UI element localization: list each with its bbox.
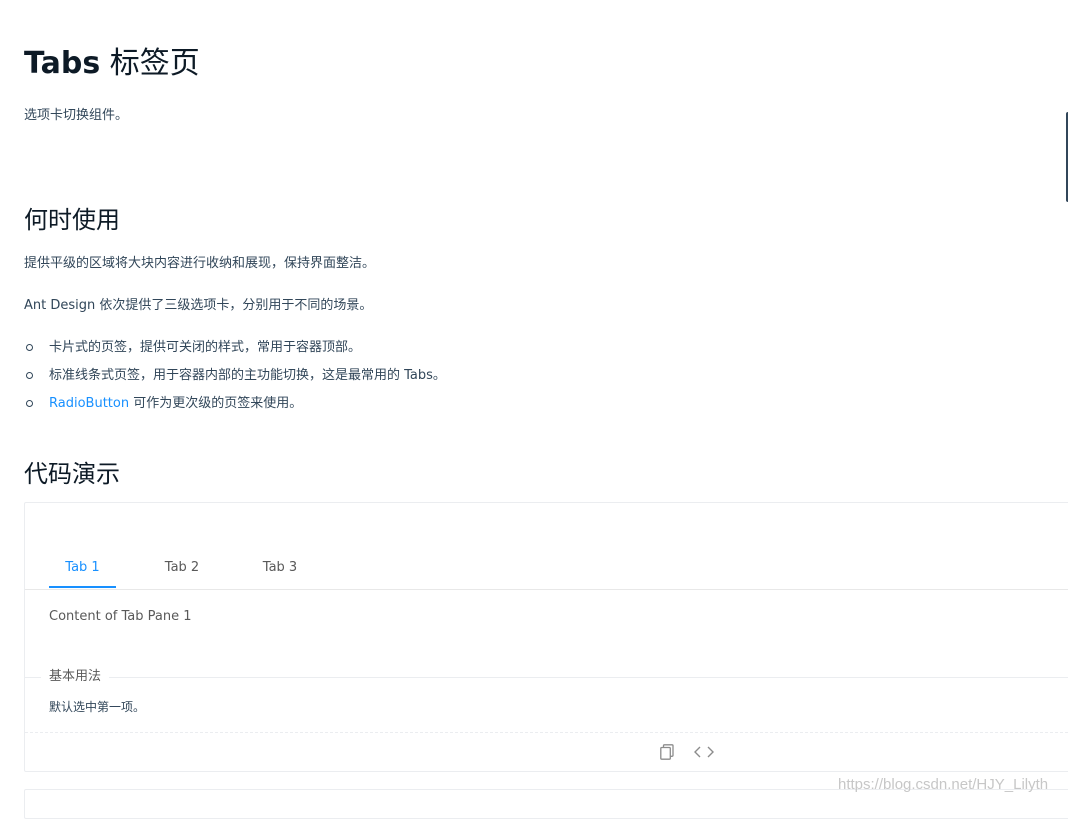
tab-pane-content: Content of Tab Pane 1 <box>49 609 192 624</box>
code-expand-icon[interactable] <box>693 743 715 761</box>
page-title: Tabs 标签页 <box>24 44 200 84</box>
tab-ink-bar <box>49 586 116 588</box>
list-item-text: 可作为更次级的页签来使用。 <box>129 396 303 411</box>
page-title-en: Tabs <box>24 46 101 81</box>
bullet-icon <box>26 400 33 407</box>
tab-3[interactable]: Tab 3 <box>249 555 311 589</box>
list-item: 卡片式的页签，提供可关闭的样式，常用于容器顶部。 <box>24 338 446 366</box>
page-title-cn: 标签页 <box>109 46 200 81</box>
when-to-use-heading: 何时使用 <box>24 206 120 234</box>
copy-icon[interactable] <box>660 744 674 760</box>
list-item-text: 标准线条式页签，用于容器内部的主功能切换，这是最常用的 Tabs。 <box>49 368 446 383</box>
demo-meta-description: 默认选中第一项。 <box>49 700 146 714</box>
watermark: https://blog.csdn.net/HJY_Lilyth <box>838 776 1049 793</box>
list-item-text: 卡片式的页签，提供可关闭的样式，常用于容器顶部。 <box>49 340 362 355</box>
actions-divider <box>25 732 1068 733</box>
tab-bar: Tab 1 Tab 2 Tab 3 <box>25 555 1068 590</box>
list-item: 标准线条式页签，用于容器内部的主功能切换，这是最常用的 Tabs。 <box>24 366 446 394</box>
bullet-icon <box>26 344 33 351</box>
meta-divider <box>25 677 1068 678</box>
page-subtitle: 选项卡切换组件。 <box>24 108 129 123</box>
list-item: RadioButton 可作为更次级的页签来使用。 <box>24 394 446 422</box>
demo-card: Tab 1 Tab 2 Tab 3 Content of Tab Pane 1 … <box>24 502 1068 772</box>
tab-2[interactable]: Tab 2 <box>151 555 213 589</box>
tab-1[interactable]: Tab 1 <box>49 555 116 589</box>
when-to-use-paragraph-1: 提供平级的区域将大块内容进行收纳和展现，保持界面整洁。 <box>24 256 376 271</box>
demo-meta-title: 基本用法 <box>41 667 110 687</box>
when-to-use-paragraph-2: Ant Design 依次提供了三级选项卡，分别用于不同的场景。 <box>24 298 373 313</box>
bullet-icon <box>26 372 33 379</box>
tab-levels-list: 卡片式的页签，提供可关闭的样式，常用于容器顶部。 标准线条式页签，用于容器内部的… <box>24 338 446 422</box>
radiobutton-link[interactable]: RadioButton <box>49 396 129 411</box>
code-demo-heading: 代码演示 <box>24 460 120 488</box>
